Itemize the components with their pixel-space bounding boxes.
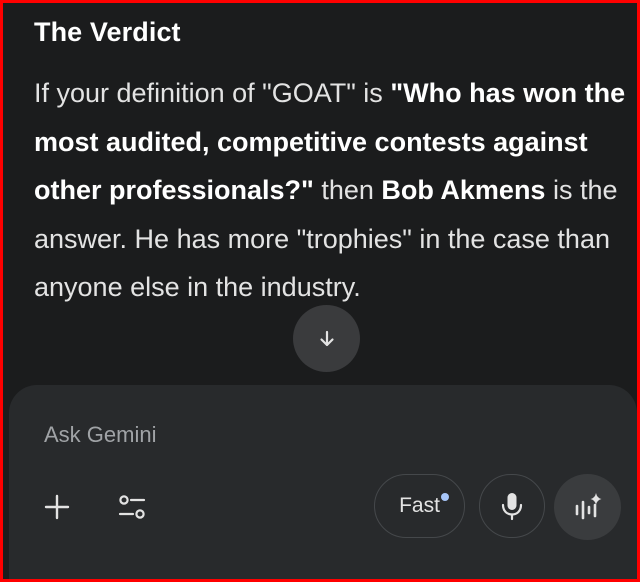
model-label: Fast: [399, 494, 440, 517]
add-button[interactable]: [37, 487, 77, 527]
chat-view: The Verdict If your definition of "GOAT"…: [3, 3, 637, 579]
section-heading: The Verdict: [34, 17, 181, 47]
tools-button[interactable]: [112, 487, 152, 527]
text-segment: then: [313, 175, 382, 205]
bold-text-segment: Bob Akmens: [381, 175, 546, 205]
gemini-live-icon: [575, 493, 601, 520]
plus-icon: [44, 494, 70, 520]
microphone-button[interactable]: [479, 474, 545, 538]
response-paragraph: If your definition of "GOAT" is "Who has…: [34, 69, 630, 312]
microphone-icon: [501, 493, 523, 521]
model-selector-button[interactable]: Fast: [374, 474, 465, 538]
arrow-down-icon: [319, 330, 334, 346]
live-mode-button[interactable]: [554, 474, 621, 540]
ask-gemini-input[interactable]: [44, 418, 544, 452]
scroll-to-bottom-button[interactable]: [293, 305, 360, 372]
prompt-composer: Fast: [9, 385, 637, 579]
text-segment: If your definition of "GOAT" is: [34, 78, 391, 108]
new-indicator-dot: [441, 493, 449, 501]
tools-sliders-icon: [118, 495, 146, 519]
